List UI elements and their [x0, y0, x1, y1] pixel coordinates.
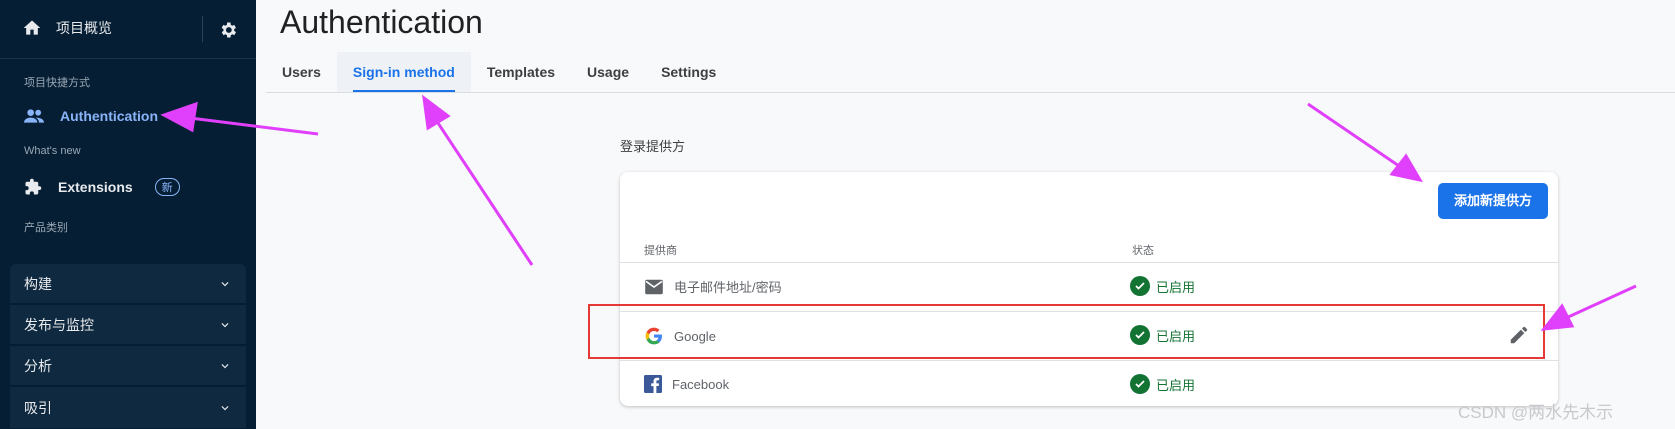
sidebar-group-release-monitor[interactable]: 发布与监控 — [10, 305, 246, 345]
check-circle-icon — [1130, 374, 1150, 394]
tab-bar: Users Sign-in method Templates Usage Set… — [266, 52, 732, 92]
sidebar-group-engage[interactable]: 吸引 — [10, 387, 246, 429]
extensions-icon — [25, 178, 42, 195]
column-header-status: 状态 — [1132, 245, 1154, 257]
provider-name: Facebook — [672, 376, 730, 392]
whats-new-label: What's new — [24, 145, 81, 157]
group-label: 发布与监控 — [24, 316, 94, 333]
sidebar-item-label: Extensions — [58, 179, 133, 195]
highlight-box-google-row — [588, 304, 1545, 359]
column-header-provider: 提供商 — [644, 245, 677, 257]
add-provider-button[interactable]: 添加新提供方 — [1437, 183, 1548, 219]
table-header: 提供商 状态 — [620, 234, 1558, 263]
status-label: 已启用 — [1156, 377, 1196, 393]
people-icon — [24, 109, 44, 123]
tab-settings[interactable]: Settings — [645, 52, 732, 92]
sidebar: 项目概览 项目快捷方式 Authentication What's new Ex… — [0, 0, 256, 429]
tab-users[interactable]: Users — [266, 52, 337, 92]
sidebar-item-label: Authentication — [60, 108, 158, 124]
sidebar-header: 项目概览 — [0, 0, 256, 59]
tab-usage[interactable]: Usage — [571, 52, 645, 92]
group-label: 分析 — [24, 357, 52, 374]
tabs-divider — [266, 92, 1675, 93]
provider-name: 电子邮件地址/密码 — [674, 280, 782, 295]
sidebar-item-extensions[interactable]: Extensions 新 — [24, 178, 180, 196]
sidebar-group-build[interactable]: 构建 — [10, 264, 246, 304]
status-label: 已启用 — [1156, 279, 1196, 295]
tab-sign-in-method[interactable]: Sign-in method — [336, 52, 471, 92]
chevron-down-icon — [221, 405, 229, 410]
shortcuts-section-label: 项目快捷方式 — [24, 77, 90, 89]
home-icon — [23, 20, 41, 35]
header-divider — [202, 16, 203, 42]
gear-icon[interactable] — [218, 20, 238, 40]
sidebar-group-analytics[interactable]: 分析 — [10, 346, 246, 386]
group-label: 吸引 — [24, 399, 52, 416]
email-icon — [645, 279, 663, 294]
chevron-down-icon — [221, 363, 229, 368]
page-title: Authentication — [280, 4, 483, 40]
table-row[interactable]: Facebook 已启用 — [620, 361, 1558, 409]
facebook-icon — [644, 375, 662, 393]
chevron-down-icon — [221, 322, 229, 327]
sidebar-item-authentication[interactable]: Authentication — [24, 108, 158, 124]
section-title: 登录提供方 — [620, 139, 686, 154]
check-circle-icon — [1130, 276, 1150, 296]
providers-card: 添加新提供方 提供商 状态 电子邮件地址/密码 已启用 Google 已启用 F… — [620, 172, 1558, 406]
group-label: 构建 — [24, 275, 52, 292]
new-badge: 新 — [154, 178, 180, 196]
main-content: Authentication Users Sign-in method Temp… — [256, 0, 1675, 429]
product-categories-label: 产品类别 — [24, 222, 68, 234]
chevron-down-icon — [221, 281, 229, 286]
project-overview-link[interactable]: 项目概览 — [22, 18, 112, 38]
watermark: CSDN @两水先木示 — [1458, 403, 1614, 422]
tab-templates[interactable]: Templates — [471, 52, 571, 92]
project-overview-label: 项目概览 — [56, 20, 112, 36]
